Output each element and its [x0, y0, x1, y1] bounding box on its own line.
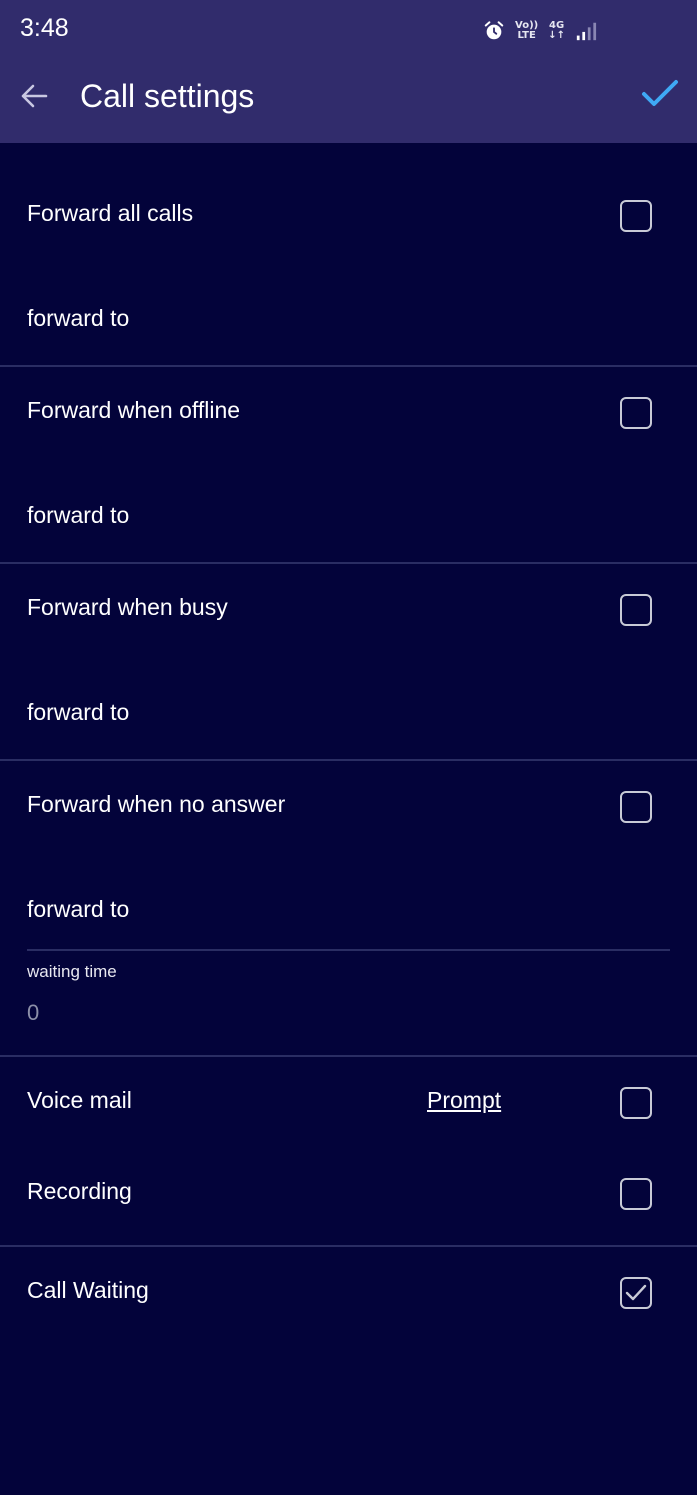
divider	[0, 562, 697, 564]
divider	[0, 1245, 697, 1247]
forward-all-calls-input[interactable]: forward to	[27, 305, 129, 332]
volte-indicator: Vo)) LTE	[515, 20, 539, 41]
forward-offline-checkbox[interactable]	[620, 397, 652, 429]
divider	[0, 365, 697, 367]
forward-all-calls-checkbox[interactable]	[620, 200, 652, 232]
forward-busy-checkbox[interactable]	[620, 594, 652, 626]
forward-all-calls-label: Forward all calls	[27, 200, 194, 226]
input-underline	[27, 949, 670, 951]
app-bar: 3:48 Vo)) LTE 4G ↓↑ Call settings	[0, 0, 697, 143]
forward-offline-label: Forward when offline	[27, 397, 241, 423]
alarm-icon	[484, 21, 504, 40]
signal-icon	[576, 22, 597, 41]
status-icons: Vo)) LTE 4G ↓↑	[483, 18, 597, 44]
check-icon	[642, 80, 678, 106]
waiting-time-input[interactable]: 0	[27, 1000, 39, 1026]
forward-no-answer-checkbox[interactable]	[620, 791, 652, 823]
waiting-time-label: waiting time	[27, 962, 117, 981]
recording-checkbox[interactable]	[620, 1178, 652, 1210]
forward-no-answer-label: Forward when no answer	[27, 791, 286, 817]
voice-mail-checkbox[interactable]	[620, 1087, 652, 1119]
forward-busy-input[interactable]: forward to	[27, 699, 129, 726]
confirm-button[interactable]	[640, 78, 684, 114]
forward-no-answer-input[interactable]: forward to	[27, 896, 129, 923]
divider	[0, 759, 697, 761]
recording-label: Recording	[27, 1178, 132, 1204]
checkmark-icon	[625, 1284, 647, 1301]
prompt-link[interactable]: Prompt	[427, 1087, 501, 1114]
status-time: 3:48	[20, 14, 69, 42]
forward-offline-input[interactable]: forward to	[27, 502, 129, 529]
4g-indicator: 4G ↓↑	[548, 20, 565, 41]
call-waiting-checkbox[interactable]	[620, 1277, 652, 1309]
voice-mail-label: Voice mail	[27, 1087, 132, 1113]
forward-busy-label: Forward when busy	[27, 594, 228, 620]
arrow-left-icon	[21, 84, 48, 108]
back-button[interactable]	[16, 78, 52, 114]
call-waiting-label: Call Waiting	[27, 1277, 149, 1303]
divider	[0, 1055, 697, 1057]
page-title: Call settings	[80, 78, 255, 114]
